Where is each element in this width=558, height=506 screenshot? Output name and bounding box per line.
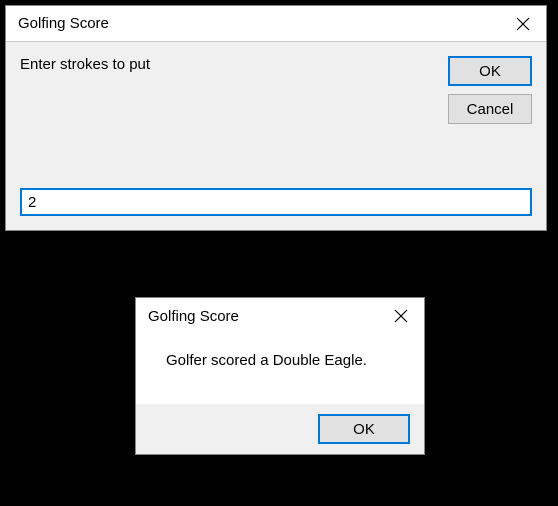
close-button[interactable] bbox=[378, 298, 424, 334]
titlebar: Golfing Score bbox=[136, 298, 424, 334]
message-dialog: Golfing Score Golfer scored a Double Eag… bbox=[135, 297, 425, 455]
ok-button[interactable]: OK bbox=[448, 56, 532, 86]
titlebar: Golfing Score bbox=[6, 6, 546, 42]
dialog-body: Enter strokes to put OK Cancel bbox=[6, 42, 546, 230]
dialog-footer: OK bbox=[136, 404, 424, 454]
close-button[interactable] bbox=[500, 6, 546, 42]
dialog-title: Golfing Score bbox=[18, 15, 109, 32]
close-icon bbox=[516, 17, 530, 31]
prompt-label: Enter strokes to put bbox=[20, 56, 150, 73]
dialog-body: Golfer scored a Double Eagle. bbox=[136, 334, 424, 404]
close-icon bbox=[394, 309, 408, 323]
cancel-button[interactable]: Cancel bbox=[448, 94, 532, 124]
message-text: Golfer scored a Double Eagle. bbox=[166, 352, 404, 369]
input-dialog: Golfing Score Enter strokes to put OK Ca… bbox=[5, 5, 547, 231]
ok-button[interactable]: OK bbox=[318, 414, 410, 444]
strokes-input[interactable] bbox=[20, 188, 532, 216]
dialog-title: Golfing Score bbox=[148, 308, 239, 325]
